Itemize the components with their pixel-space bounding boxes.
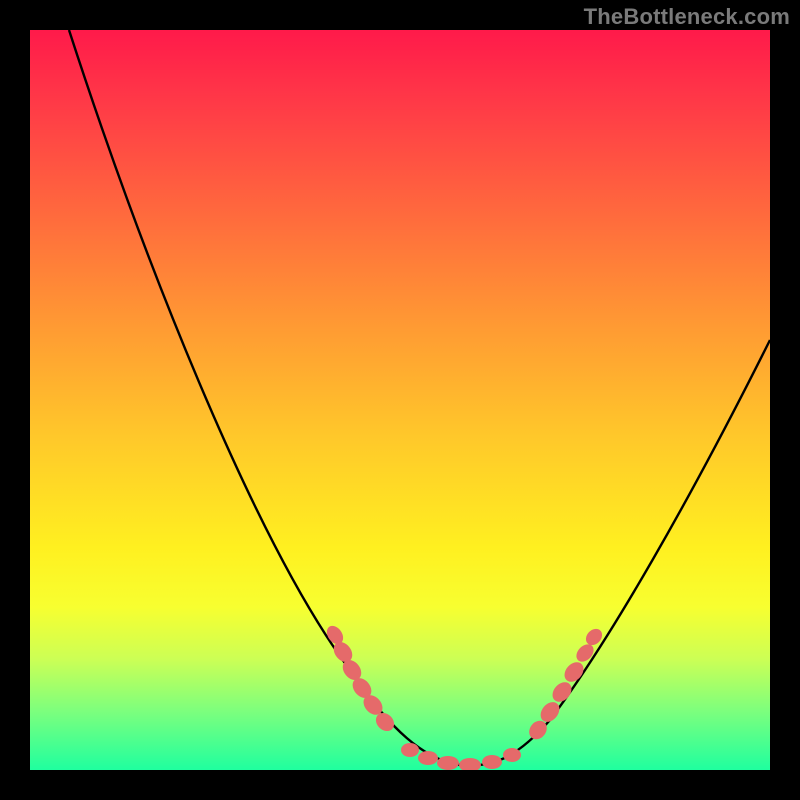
markers	[324, 623, 606, 770]
marker-dot	[401, 743, 419, 757]
marker-dot	[418, 751, 438, 765]
marker-dot	[459, 758, 481, 770]
marker-dot	[482, 755, 502, 769]
chart-frame: TheBottleneck.com	[0, 0, 800, 800]
bottleneck-curve	[69, 30, 770, 766]
marker-dot	[437, 756, 459, 770]
marker-dot	[503, 748, 521, 762]
curve-layer	[30, 30, 770, 770]
watermark-text: TheBottleneck.com	[584, 4, 790, 30]
plot-area	[30, 30, 770, 770]
